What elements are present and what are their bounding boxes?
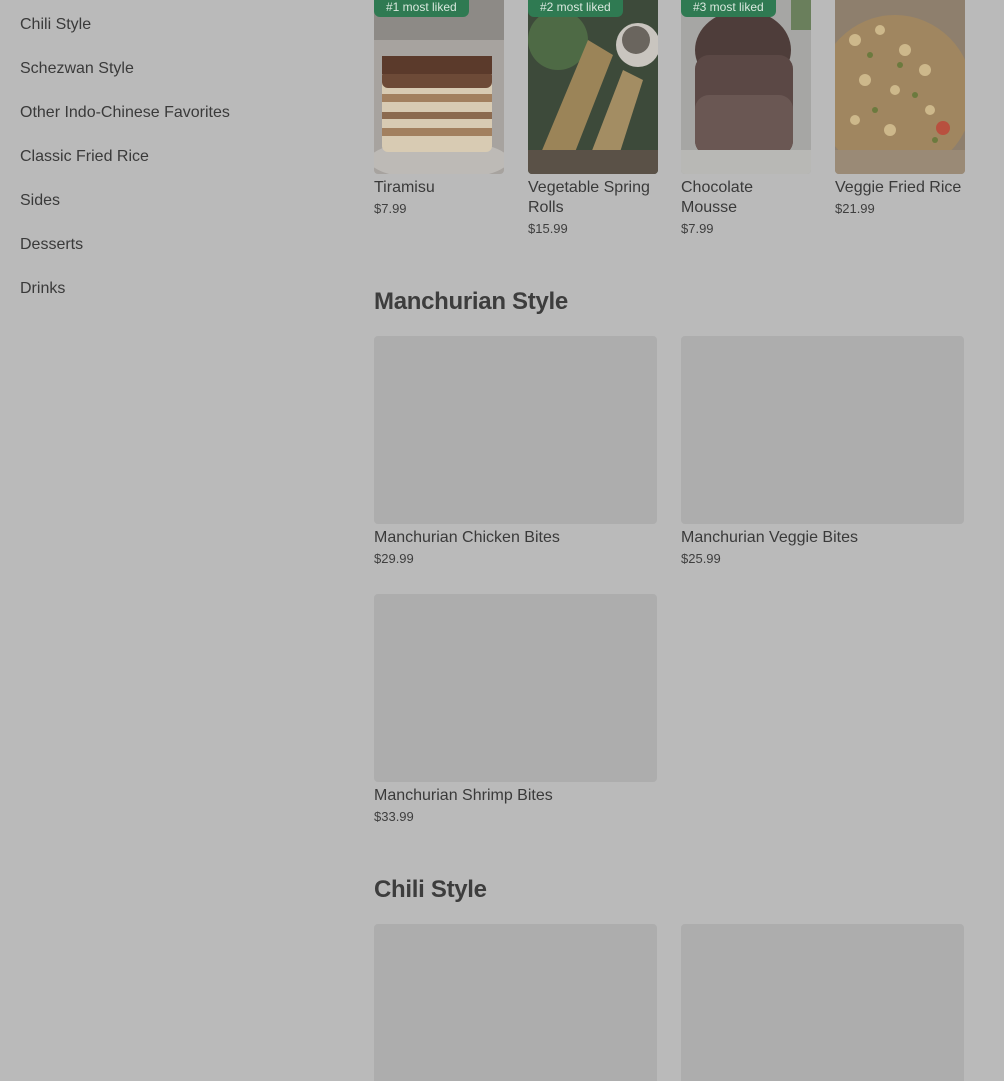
item-image-placeholder — [374, 336, 657, 524]
item-image-placeholder — [374, 924, 657, 1081]
sidebar-item-classic-fried-rice[interactable]: Classic Fried Rice — [20, 145, 149, 169]
dish-image-chocolate-mousse: #3 most liked — [681, 0, 811, 174]
dish-image-tiramisu: #1 most liked — [374, 0, 504, 174]
sidebar-item-desserts[interactable]: Desserts — [20, 233, 83, 257]
most-liked-card[interactable]: Veggie Fried Rice $21.99 — [835, 0, 965, 216]
menu-item-card[interactable] — [374, 924, 657, 1081]
menu-item-card[interactable] — [681, 924, 964, 1081]
dish-price: $7.99 — [681, 221, 714, 236]
menu-item-card[interactable]: Manchurian Shrimp Bites $33.99 — [374, 594, 657, 824]
menu-item-card[interactable]: Manchurian Veggie Bites $25.99 — [681, 336, 964, 566]
sidebar-item-chili-style[interactable]: Chili Style — [20, 13, 91, 37]
item-price: $25.99 — [681, 551, 721, 566]
item-price: $29.99 — [374, 551, 414, 566]
item-name: Manchurian Shrimp Bites — [374, 787, 553, 804]
sidebar-item-other-indo-chinese[interactable]: Other Indo-Chinese Favorites — [20, 101, 230, 125]
most-liked-card[interactable]: #1 most liked Tiramisu $7.99 — [374, 0, 504, 216]
menu-item-card[interactable]: Manchurian Chicken Bites $29.99 — [374, 336, 657, 566]
sidebar-item-schezwan-style[interactable]: Schezwan Style — [20, 57, 134, 81]
most-liked-badge: #3 most liked — [681, 0, 776, 17]
dish-image-veggie-fried-rice — [835, 0, 965, 174]
most-liked-card[interactable]: #2 most liked Vegetable Spring Rolls $15… — [528, 0, 658, 236]
dish-price: $21.99 — [835, 201, 875, 216]
most-liked-badge: #1 most liked — [374, 0, 469, 17]
sidebar-item-drinks[interactable]: Drinks — [20, 277, 65, 301]
dish-name: Vegetable Spring Rolls — [528, 179, 650, 216]
sidebar-item-sides[interactable]: Sides — [20, 189, 60, 213]
dish-name: Tiramisu — [374, 179, 435, 196]
item-name: Manchurian Veggie Bites — [681, 529, 858, 546]
dish-image-vegetable-spring-rolls: #2 most liked — [528, 0, 658, 174]
section-title-manchurian-style: Manchurian Style — [374, 288, 568, 315]
dish-name: Chocolate Mousse — [681, 179, 754, 216]
item-image-placeholder — [681, 924, 964, 1081]
section-title-chili-style: Chili Style — [374, 876, 487, 903]
item-image-placeholder — [681, 336, 964, 524]
item-name: Manchurian Chicken Bites — [374, 529, 560, 546]
dish-price: $7.99 — [374, 201, 407, 216]
dish-name: Veggie Fried Rice — [835, 179, 962, 196]
most-liked-badge: #2 most liked — [528, 0, 623, 17]
item-price: $33.99 — [374, 809, 414, 824]
dish-price: $15.99 — [528, 221, 568, 236]
item-image-placeholder — [374, 594, 657, 782]
most-liked-card[interactable]: #3 most liked Chocolate Mousse $7.99 — [681, 0, 811, 236]
